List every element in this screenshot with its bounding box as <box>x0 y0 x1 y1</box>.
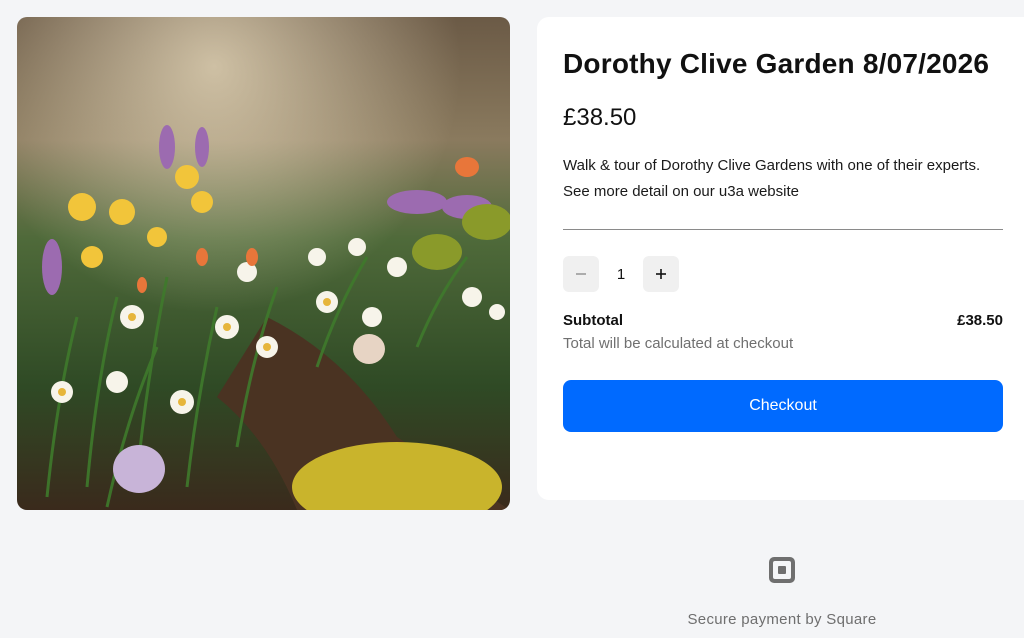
product-image <box>17 17 510 510</box>
secure-payment-text: Secure payment by Square <box>687 611 877 628</box>
footer: Secure payment by Square <box>537 556 1024 628</box>
checkout-page: Dorothy Clive Garden 8/07/2026 £38.50 Wa… <box>0 0 1024 638</box>
quantity-value[interactable]: 1 <box>599 266 643 283</box>
subtotal-row: Subtotal £38.50 <box>563 312 1003 329</box>
plus-icon <box>656 269 666 279</box>
product-title: Dorothy Clive Garden 8/07/2026 <box>563 48 990 79</box>
checkout-button[interactable]: Checkout <box>563 380 1003 432</box>
quantity-stepper: 1 <box>563 256 1015 292</box>
subtotal-note: Total will be calculated at checkout <box>563 335 794 352</box>
product-description: Walk & tour of Dorothy Clive Gardens wit… <box>563 157 981 200</box>
subtotal-label: Subtotal <box>563 312 623 329</box>
decrease-quantity-button[interactable] <box>563 256 599 292</box>
square-logo-icon <box>769 557 795 583</box>
product-card: Dorothy Clive Garden 8/07/2026 £38.50 Wa… <box>537 17 1024 500</box>
product-price: £38.50 <box>563 104 637 131</box>
minus-icon <box>576 273 586 275</box>
divider <box>563 229 1003 230</box>
increase-quantity-button[interactable] <box>643 256 679 292</box>
subtotal-value: £38.50 <box>957 312 1003 329</box>
